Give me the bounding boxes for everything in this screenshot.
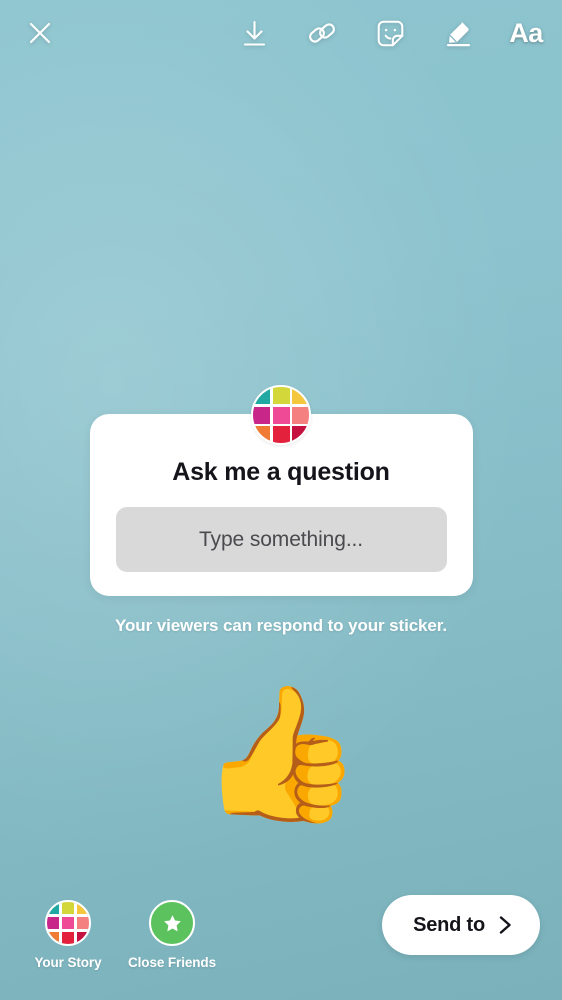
draw-icon[interactable] <box>436 11 480 55</box>
avatar-cell <box>272 426 290 443</box>
audience-close-friends[interactable]: Close Friends <box>126 900 218 970</box>
avatar-cell <box>253 406 270 424</box>
story-grid-avatar <box>251 385 311 445</box>
question-sticker[interactable]: Ask me a question Type something... Your… <box>0 385 562 636</box>
sticker-hint-text: Your viewers can respond to your sticker… <box>115 616 447 635</box>
close-icon[interactable] <box>18 11 62 55</box>
avatar-cell <box>61 916 75 930</box>
audience-label: Close Friends <box>128 955 216 970</box>
story-editor-screen: Aa Ask me a question Type something... Y… <box>0 0 562 1000</box>
answer-input[interactable]: Type something... <box>115 507 447 572</box>
avatar-cell <box>47 931 60 944</box>
story-grid-avatar <box>45 900 91 946</box>
top-toolbar: Aa <box>0 0 562 66</box>
avatar-cell <box>272 406 290 424</box>
link-icon[interactable] <box>300 11 344 55</box>
top-toolbar-actions: Aa <box>232 11 548 55</box>
avatar-cell <box>76 902 89 915</box>
question-prompt-text: Ask me a question <box>172 458 390 486</box>
text-icon-label: Aa <box>509 17 543 48</box>
avatar-cell <box>253 387 270 404</box>
avatar-cell <box>272 387 290 404</box>
avatar-color-grid <box>253 387 309 443</box>
chevron-right-icon <box>499 916 511 934</box>
close-friends-badge <box>149 900 195 946</box>
avatar-cell <box>76 931 89 944</box>
audience-label: Your Story <box>34 955 102 970</box>
avatar-cell <box>292 387 309 404</box>
send-to-button[interactable]: Send to <box>382 895 540 955</box>
text-icon[interactable]: Aa <box>504 11 548 55</box>
save-icon[interactable] <box>232 11 276 55</box>
avatar-cell <box>61 902 75 915</box>
answer-input-placeholder: Type something... <box>198 527 364 551</box>
avatar-cell <box>292 406 309 424</box>
avatar-cell <box>47 916 60 930</box>
star-icon <box>163 914 181 931</box>
thumbs-up-emoji[interactable]: 👍 <box>0 688 562 820</box>
avatar-color-grid <box>47 902 89 944</box>
sticker-icon[interactable] <box>368 11 412 55</box>
avatar-cell <box>47 902 60 915</box>
avatar-cell <box>76 916 89 930</box>
avatar-cell <box>61 931 75 944</box>
bottom-toolbar: Your Story Close Friends Send to <box>0 888 562 1000</box>
send-to-label: Send to <box>413 913 485 936</box>
audience-your-story[interactable]: Your Story <box>22 900 114 970</box>
